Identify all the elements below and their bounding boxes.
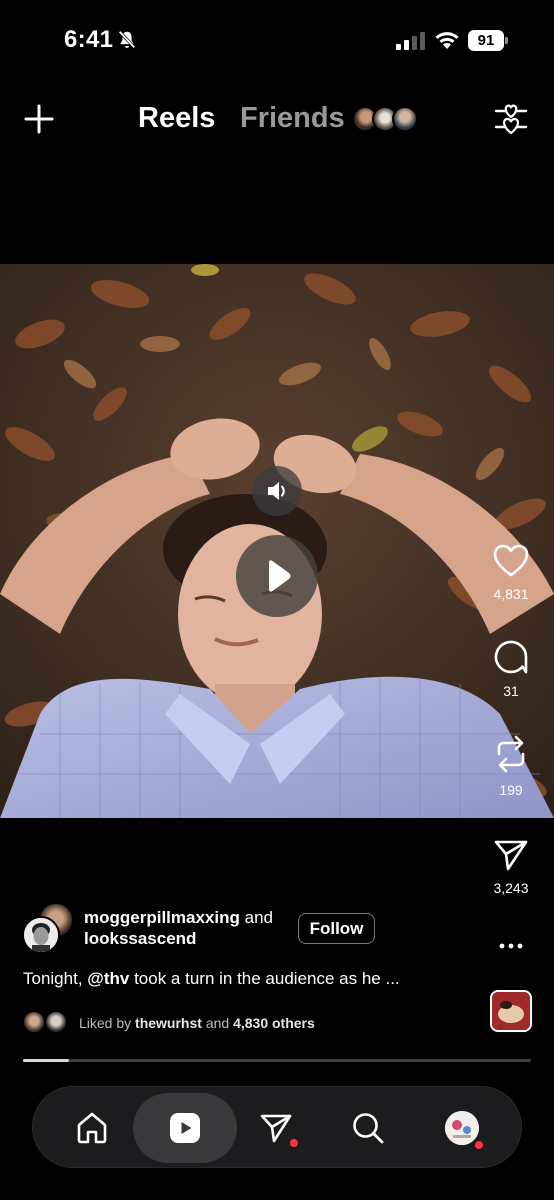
home-icon [77, 1112, 107, 1144]
search-icon [353, 1113, 384, 1144]
comment-action[interactable]: 31 [481, 639, 541, 699]
repost-count: 199 [499, 782, 523, 798]
audio-artwork [492, 992, 530, 1030]
comment-icon[interactable] [493, 639, 529, 675]
sound-toggle-button[interactable] [252, 466, 302, 516]
liked-prefix: Liked by [79, 1015, 136, 1031]
profile-avatar-image [445, 1111, 479, 1145]
heart-icon[interactable] [493, 544, 529, 578]
messages-notification-dot [290, 1139, 298, 1147]
sound-icon [268, 482, 285, 500]
like-action[interactable]: 4,831 [481, 544, 541, 602]
cellular-signal-icon [396, 32, 425, 50]
author-avatar[interactable] [22, 916, 60, 954]
nav-messages[interactable] [241, 1093, 311, 1163]
caption-mention[interactable]: @thv [87, 969, 129, 988]
tab-friends[interactable]: Friends [240, 102, 345, 135]
plus-icon[interactable] [24, 104, 54, 134]
liked-middle: and [201, 1015, 234, 1031]
profile-notification-dot [475, 1141, 483, 1149]
tab-reels[interactable]: Reels [138, 102, 215, 135]
like-count: 4,831 [493, 586, 529, 602]
battery-tip [505, 37, 508, 44]
battery-level: 91 [468, 30, 504, 51]
status-bar: 6:41 91 [0, 0, 554, 80]
bell-slash-icon [118, 30, 136, 49]
send-icon [260, 1114, 292, 1143]
nav-reels[interactable] [133, 1093, 237, 1163]
share-action[interactable]: 3,243 [481, 838, 541, 896]
battery-icon: 91 [468, 30, 508, 51]
profile-avatar [445, 1111, 479, 1145]
reel-video[interactable] [0, 264, 554, 818]
liker-avatar [44, 1010, 68, 1034]
playback-progress-bar[interactable] [23, 1059, 531, 1062]
status-time: 6:41 [64, 26, 114, 53]
author-avatars[interactable] [22, 902, 78, 954]
play-button[interactable] [236, 535, 318, 617]
author-line: moggerpillmaxxing and lookssascend [84, 907, 273, 949]
play-icon [269, 560, 291, 592]
repost-action[interactable]: 199 [481, 734, 541, 798]
reels-screen: 6:41 91 Reels Friends 4,831 31 199 3,243… [0, 0, 554, 1200]
liked-user[interactable]: thewurhst [135, 1015, 202, 1031]
top-nav: Reels Friends [0, 92, 554, 148]
playback-progress-fill [23, 1059, 69, 1062]
author-avatar-image [24, 918, 58, 952]
filter-heart-icon[interactable] [494, 102, 528, 136]
repost-icon[interactable] [493, 734, 529, 774]
send-icon[interactable] [493, 838, 529, 872]
follow-button[interactable]: Follow [298, 913, 375, 944]
coauthor-username[interactable]: lookssascend [84, 929, 196, 948]
nav-search[interactable] [333, 1093, 403, 1163]
caption-rest: took a turn in the audience as he ... [129, 969, 400, 988]
more-options-icon[interactable] [496, 936, 526, 956]
share-count: 3,243 [493, 880, 529, 896]
comment-count: 31 [503, 683, 519, 699]
wifi-icon [435, 32, 459, 49]
liked-by-row[interactable]: Liked by thewurhst and 4,830 others [22, 1010, 482, 1036]
author-username[interactable]: moggerpillmaxxing [84, 908, 240, 927]
bottom-nav [32, 1086, 522, 1168]
liked-by-text: Liked by thewurhst and 4,830 others [79, 1015, 315, 1031]
caption-prefix: Tonight, [23, 969, 88, 988]
author-connector: and [244, 908, 273, 927]
liker-avatar [22, 1010, 46, 1034]
caption[interactable]: Tonight, @thv took a turn in the audienc… [23, 969, 400, 989]
reels-icon [170, 1113, 200, 1143]
liked-count[interactable]: 4,830 others [233, 1015, 315, 1031]
nav-home[interactable] [57, 1093, 127, 1163]
friend-avatars[interactable] [352, 106, 422, 134]
audio-track-thumbnail[interactable] [490, 990, 532, 1032]
nav-profile[interactable] [427, 1093, 497, 1163]
friend-avatar [392, 106, 418, 132]
